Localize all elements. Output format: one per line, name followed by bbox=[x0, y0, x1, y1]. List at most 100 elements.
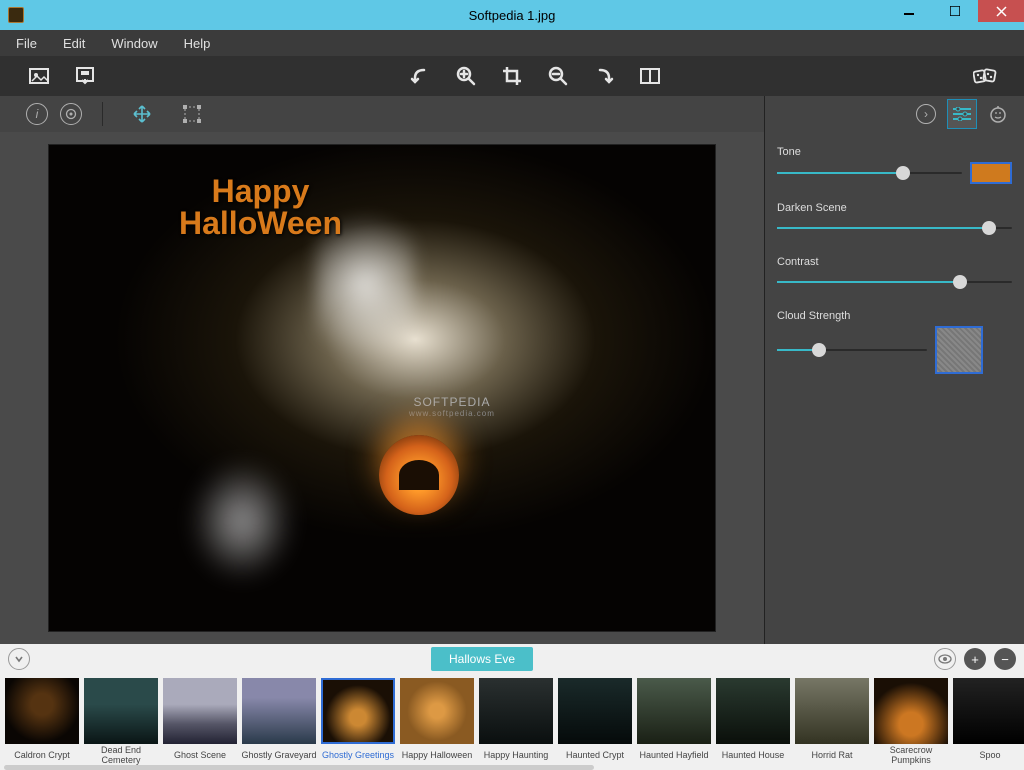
sliders-tab[interactable] bbox=[948, 100, 976, 128]
preset-thumb-label: Dead End Cemetery bbox=[83, 746, 159, 766]
minimize-button[interactable] bbox=[886, 0, 932, 22]
pumpkin-tab[interactable] bbox=[984, 100, 1012, 128]
preset-bar: Hallows Eve + − bbox=[0, 644, 1024, 674]
darken-control: Darken Scene bbox=[777, 202, 1012, 238]
preset-thumb-image bbox=[242, 678, 316, 744]
preset-thumb-label: Caldron Crypt bbox=[14, 746, 70, 766]
preset-thumb[interactable]: Scarecrow Pumpkins bbox=[873, 678, 949, 768]
contrast-control: Contrast bbox=[777, 256, 1012, 292]
open-image-button[interactable] bbox=[22, 59, 56, 93]
pumpkin-graphic bbox=[379, 435, 459, 515]
content-area: i HappyHalloWeen SOFTPEDIAwww.softpedia.… bbox=[0, 96, 1024, 644]
preset-thumb-label: Spoo bbox=[979, 746, 1000, 766]
preset-thumb-image bbox=[953, 678, 1024, 744]
preset-thumb[interactable]: Ghost Scene bbox=[162, 678, 238, 768]
panel-tabs: › bbox=[765, 96, 1024, 132]
menu-file[interactable]: File bbox=[16, 36, 37, 51]
redo-button[interactable] bbox=[587, 59, 621, 93]
preset-thumb-label: Haunted House bbox=[722, 746, 785, 766]
properties-panel: › Tone Darken Scene Contrast bbox=[764, 96, 1024, 644]
zoom-in-button[interactable] bbox=[449, 59, 483, 93]
preset-thumb-image bbox=[321, 678, 395, 744]
preset-thumb-label: Ghost Scene bbox=[174, 746, 226, 766]
panel-body: Tone Darken Scene Contrast Cloud bbox=[765, 132, 1024, 388]
menu-help[interactable]: Help bbox=[184, 36, 211, 51]
current-preset-label: Hallows Eve bbox=[431, 647, 533, 671]
cloud-slider[interactable] bbox=[777, 340, 927, 360]
tone-label: Tone bbox=[777, 146, 1012, 158]
preset-thumb[interactable]: Spoo bbox=[952, 678, 1024, 768]
menu-bar: File Edit Window Help bbox=[0, 30, 1024, 56]
preset-thumb[interactable]: Happy Halloween bbox=[399, 678, 475, 768]
preset-thumb[interactable]: Ghostly Greetings bbox=[320, 678, 396, 768]
settings-button[interactable] bbox=[60, 103, 82, 125]
expand-tab[interactable]: › bbox=[912, 100, 940, 128]
zoom-out-button[interactable] bbox=[541, 59, 575, 93]
menu-window[interactable]: Window bbox=[111, 36, 157, 51]
tone-color-swatch[interactable] bbox=[970, 162, 1012, 184]
preset-thumb-label: Happy Haunting bbox=[484, 746, 549, 766]
contrast-label: Contrast bbox=[777, 256, 1012, 268]
cloud-texture-swatch[interactable] bbox=[935, 326, 983, 374]
preset-thumb[interactable]: Dead End Cemetery bbox=[83, 678, 159, 768]
cloud-label: Cloud Strength bbox=[777, 310, 1012, 322]
preset-thumb-image bbox=[874, 678, 948, 744]
editor-panel: i HappyHalloWeen SOFTPEDIAwww.softpedia.… bbox=[0, 96, 764, 644]
preset-thumb-image bbox=[5, 678, 79, 744]
undo-button[interactable] bbox=[403, 59, 437, 93]
cloud-control: Cloud Strength bbox=[777, 310, 1012, 374]
preset-thumb-label: Ghostly Greetings bbox=[322, 746, 394, 766]
preset-thumb-image bbox=[558, 678, 632, 744]
preset-thumb-image bbox=[716, 678, 790, 744]
transform-tool[interactable] bbox=[179, 101, 205, 127]
add-preset-button[interactable]: + bbox=[964, 648, 986, 670]
collapse-presets-button[interactable] bbox=[8, 648, 30, 670]
app-icon bbox=[8, 7, 24, 23]
save-button[interactable] bbox=[68, 59, 102, 93]
canvas-area: HappyHalloWeen SOFTPEDIAwww.softpedia.co… bbox=[0, 132, 764, 644]
close-button[interactable] bbox=[978, 0, 1024, 22]
preset-thumb-image bbox=[795, 678, 869, 744]
contrast-slider[interactable] bbox=[777, 272, 1012, 292]
preset-thumb-label: Ghostly Graveyard bbox=[241, 746, 316, 766]
canvas-watermark: SOFTPEDIAwww.softpedia.com bbox=[409, 395, 495, 418]
window-title: Softpedia 1.jpg bbox=[469, 8, 556, 23]
randomize-button[interactable] bbox=[968, 59, 1002, 93]
preset-thumb[interactable]: Happy Haunting bbox=[478, 678, 554, 768]
preset-thumb-image bbox=[479, 678, 553, 744]
preset-thumbnails[interactable]: Caldron Crypt Dead End Cemetery Ghost Scen… bbox=[0, 674, 1024, 770]
canvas[interactable]: HappyHalloWeen SOFTPEDIAwww.softpedia.co… bbox=[48, 144, 716, 632]
preset-thumb-image bbox=[400, 678, 474, 744]
preview-toggle-button[interactable] bbox=[934, 648, 956, 670]
canvas-headline: HappyHalloWeen bbox=[179, 175, 342, 239]
preset-thumb-label: Haunted Crypt bbox=[566, 746, 624, 766]
darken-slider[interactable] bbox=[777, 218, 1012, 238]
pan-tool[interactable] bbox=[129, 101, 155, 127]
preset-thumb-label: Haunted Hayfield bbox=[639, 746, 708, 766]
preset-thumb[interactable]: Horrid Rat bbox=[794, 678, 870, 768]
preset-thumb[interactable]: Haunted Crypt bbox=[557, 678, 633, 768]
info-button[interactable]: i bbox=[26, 103, 48, 125]
menu-edit[interactable]: Edit bbox=[63, 36, 85, 51]
preset-thumb[interactable]: Haunted Hayfield bbox=[636, 678, 712, 768]
preset-thumb-label: Happy Halloween bbox=[402, 746, 473, 766]
preset-thumb-label: Scarecrow Pumpkins bbox=[873, 746, 949, 766]
preset-thumb-image bbox=[163, 678, 237, 744]
preset-thumb[interactable]: Haunted House bbox=[715, 678, 791, 768]
tone-slider[interactable] bbox=[777, 163, 962, 183]
preset-thumb[interactable]: Caldron Crypt bbox=[4, 678, 80, 768]
preset-thumb-image bbox=[637, 678, 711, 744]
crop-button[interactable] bbox=[495, 59, 529, 93]
title-bar: Softpedia 1.jpg bbox=[0, 0, 1024, 30]
preset-thumb-label: Horrid Rat bbox=[811, 746, 852, 766]
preset-thumb-image bbox=[84, 678, 158, 744]
preset-thumb[interactable]: Ghostly Graveyard bbox=[241, 678, 317, 768]
tone-control: Tone bbox=[777, 146, 1012, 184]
main-toolbar bbox=[0, 56, 1024, 96]
compare-button[interactable] bbox=[633, 59, 667, 93]
window-controls bbox=[886, 0, 1024, 22]
darken-label: Darken Scene bbox=[777, 202, 1012, 214]
canvas-toolbar: i bbox=[0, 96, 764, 132]
maximize-button[interactable] bbox=[932, 0, 978, 22]
remove-preset-button[interactable]: − bbox=[994, 648, 1016, 670]
